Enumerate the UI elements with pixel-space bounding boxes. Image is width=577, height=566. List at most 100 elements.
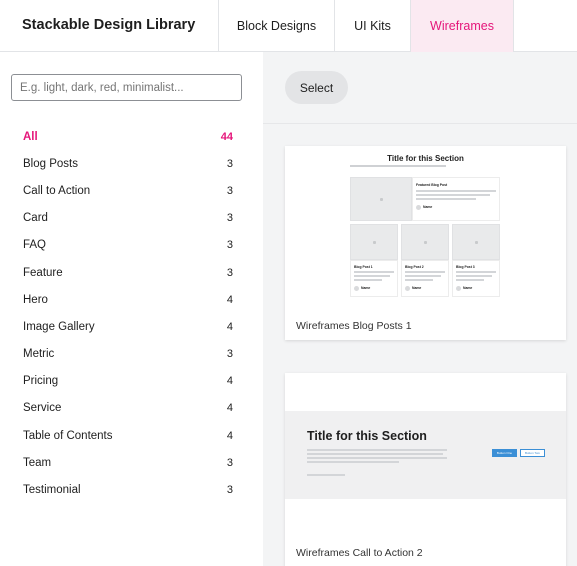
image-placeholder — [401, 224, 449, 260]
tab-divider — [513, 0, 514, 52]
text-line — [307, 457, 447, 459]
category-label: Image Gallery — [23, 321, 95, 333]
author-name: Name — [463, 286, 473, 290]
category-label: Testimonial — [23, 484, 81, 496]
text-line — [405, 275, 441, 277]
avatar — [416, 205, 421, 210]
category-label: Metric — [23, 348, 55, 360]
search-input[interactable] — [11, 74, 242, 101]
design-preview: Title for this Section Featured Blog Pos… — [285, 146, 566, 306]
text-line — [456, 271, 496, 273]
tab-wireframes[interactable]: Wireframes — [410, 0, 513, 52]
blog-post-title: Blog Post 2 — [405, 265, 424, 269]
app-title: Stackable Design Library — [22, 17, 196, 33]
category-image-gallery[interactable]: Image Gallery 4 — [23, 318, 233, 336]
category-blog-posts[interactable]: Blog Posts 3 — [23, 155, 233, 173]
category-label: FAQ — [23, 239, 47, 251]
category-metric[interactable]: Metric 3 — [23, 345, 233, 363]
category-label: Pricing — [23, 375, 59, 387]
text-line — [456, 279, 484, 281]
category-card[interactable]: Card 3 — [23, 209, 233, 227]
avatar — [354, 286, 359, 291]
design-card-blog-posts-1[interactable]: Title for this Section Featured Blog Pos… — [285, 146, 566, 340]
text-line — [307, 453, 443, 455]
design-preview: Title for this Section Button One Button… — [285, 411, 566, 499]
image-placeholder — [452, 224, 500, 260]
category-count: 3 — [226, 457, 233, 469]
preview-title: Title for this Section — [387, 154, 464, 163]
category-label: Call to Action — [23, 185, 91, 197]
avatar — [405, 286, 410, 291]
preview-primary-button: Button One — [492, 449, 517, 457]
blog-post-box: Blog Post 2 Name — [401, 260, 449, 297]
text-line — [307, 449, 447, 451]
text-line — [354, 271, 394, 273]
text-line — [405, 271, 445, 273]
image-placeholder — [350, 177, 412, 221]
tab-block-designs[interactable]: Block Designs — [218, 0, 334, 52]
category-count: 4 — [226, 321, 233, 333]
category-pricing[interactable]: Pricing 4 — [23, 372, 233, 390]
category-count: 3 — [226, 267, 233, 279]
category-testimonial[interactable]: Testimonial 3 — [23, 481, 233, 499]
avatar — [456, 286, 461, 291]
blog-post-title: Blog Post 3 — [456, 265, 475, 269]
category-label: Feature — [23, 267, 63, 279]
author-name: Name — [361, 286, 371, 290]
category-table-of-contents[interactable]: Table of Contents 4 — [23, 427, 233, 445]
text-line — [416, 190, 496, 192]
category-label: Card — [23, 212, 48, 224]
blog-post-box: Blog Post 1 Name — [350, 260, 398, 297]
image-placeholder — [350, 224, 398, 260]
design-card-label: Wireframes Call to Action 2 — [296, 547, 423, 559]
text-line — [307, 474, 345, 476]
category-call-to-action[interactable]: Call to Action 3 — [23, 182, 233, 200]
text-line — [405, 279, 433, 281]
category-count: 4 — [226, 294, 233, 306]
category-count: 3 — [226, 484, 233, 496]
featured-post-title: Featured Blog Post — [416, 183, 448, 187]
category-all[interactable]: All 44 — [23, 128, 233, 146]
category-service[interactable]: Service 4 — [23, 399, 233, 417]
blog-post-box: Blog Post 3 Name — [452, 260, 500, 297]
category-count: 3 — [226, 348, 233, 360]
category-label: Table of Contents — [23, 430, 113, 442]
preview-subtitle-line — [350, 165, 446, 167]
category-count: 3 — [226, 239, 233, 251]
category-label: Team — [23, 457, 52, 469]
category-team[interactable]: Team 3 — [23, 454, 233, 472]
toolbar-divider — [263, 123, 577, 124]
design-card-label: Wireframes Blog Posts 1 — [296, 320, 412, 332]
category-label: All — [23, 131, 38, 143]
author-name: Name — [423, 205, 433, 209]
category-count: 4 — [226, 402, 233, 414]
author-name: Name — [412, 286, 422, 290]
text-line — [307, 461, 399, 463]
category-label: Hero — [23, 294, 48, 306]
featured-post-box: Featured Blog Post Name — [412, 177, 500, 221]
category-label: Blog Posts — [23, 158, 78, 170]
tab-ui-kits[interactable]: UI Kits — [334, 0, 410, 52]
category-label: Service — [23, 402, 62, 414]
blog-post-title: Blog Post 1 — [354, 265, 373, 269]
category-feature[interactable]: Feature 3 — [23, 264, 233, 282]
text-line — [416, 198, 476, 200]
text-line — [354, 279, 382, 281]
preview-title: Title for this Section — [307, 429, 427, 443]
category-count: 3 — [226, 158, 233, 170]
category-hero[interactable]: Hero 4 — [23, 291, 233, 309]
text-line — [416, 194, 490, 196]
category-count: 3 — [226, 185, 233, 197]
category-count: 44 — [220, 131, 233, 143]
category-faq[interactable]: FAQ 3 — [23, 236, 233, 254]
design-grid: Select Title for this Section Featured B… — [263, 52, 577, 566]
preview-secondary-button: Button Two — [520, 449, 545, 457]
category-count: 3 — [226, 212, 233, 224]
design-card-call-to-action-2[interactable]: Title for this Section Button One Button… — [285, 373, 566, 566]
category-count: 4 — [226, 375, 233, 387]
text-line — [354, 275, 390, 277]
sidebar: All44 Blog Posts3 Call to Action3 Card3 … — [0, 52, 263, 566]
category-count: 4 — [226, 430, 233, 442]
select-button[interactable]: Select — [285, 71, 348, 104]
header: Stackable Design Library Block Designs U… — [0, 0, 577, 52]
